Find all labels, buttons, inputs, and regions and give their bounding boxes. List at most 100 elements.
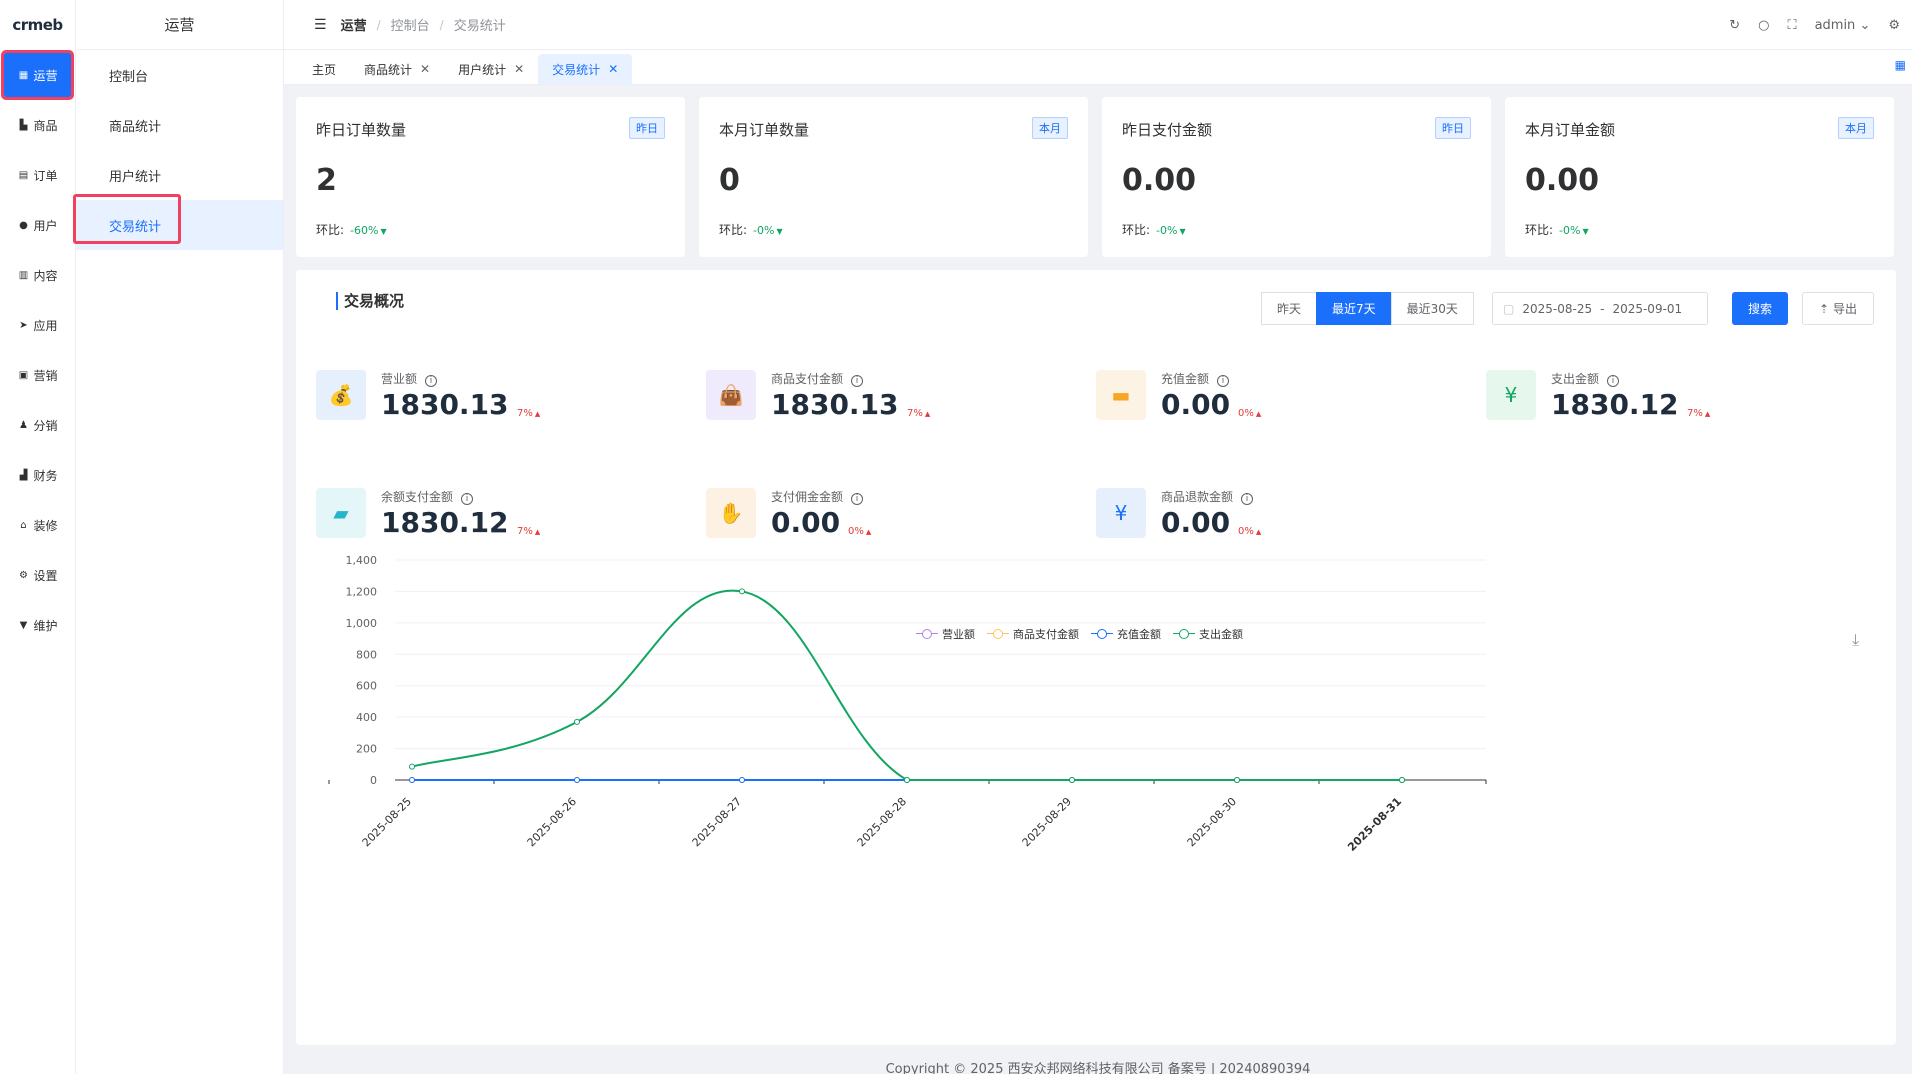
chart-legend: 营业额 商品支付金额 充值金额 支出金额 bbox=[916, 626, 1243, 642]
data-point[interactable] bbox=[574, 777, 580, 783]
rail-item-label: 商品 bbox=[33, 118, 58, 133]
user-icon: ● bbox=[19, 219, 28, 231]
refresh-icon[interactable]: ↻ bbox=[1729, 18, 1740, 33]
sub-item-1[interactable]: 商品统计 bbox=[76, 100, 283, 150]
data-point[interactable] bbox=[739, 777, 745, 783]
legend-swatch bbox=[1091, 629, 1113, 639]
stat-card: 本月订单数量 本月 0 环比: -0% ▼ bbox=[699, 97, 1088, 257]
data-point[interactable] bbox=[739, 588, 745, 595]
rail-item-7[interactable]: ♟ 分销 bbox=[0, 400, 75, 450]
close-icon[interactable]: ✕ bbox=[608, 62, 618, 76]
tab-1[interactable]: 商品统计 ✕ bbox=[350, 54, 444, 84]
tool-icon: ▼ bbox=[19, 619, 28, 631]
rail-item-label: 设置 bbox=[33, 568, 58, 583]
settings-icon[interactable]: ⚙ bbox=[1888, 18, 1900, 33]
period-badge: 昨日 bbox=[629, 117, 665, 139]
legend-item[interactable]: 充值金额 bbox=[1091, 626, 1161, 642]
download-icon[interactable]: ⤓ bbox=[1852, 630, 1859, 650]
tab-label: 主页 bbox=[312, 62, 337, 77]
rail-item-10[interactable]: ⚙ 设置 bbox=[0, 550, 75, 600]
chevron-down-icon: ⌄ bbox=[1859, 17, 1871, 33]
sub-item-2[interactable]: 用户统计 bbox=[76, 150, 283, 200]
ratio-value: -60% ▼ bbox=[350, 224, 387, 237]
user-menu[interactable]: admin ⌄ bbox=[1815, 18, 1871, 33]
card-title: 本月订单数量 bbox=[719, 121, 810, 139]
search-icon[interactable]: ○ bbox=[1758, 18, 1769, 33]
ratio-value: -0% ▼ bbox=[753, 224, 783, 237]
menu-toggle-icon[interactable]: ☰ bbox=[314, 17, 327, 33]
y-tick-label: 400 bbox=[356, 711, 377, 724]
rail-item-label: 财务 bbox=[33, 468, 58, 483]
breadcrumb-item: 交易统计 bbox=[453, 19, 506, 34]
rail-item-3[interactable]: ● 用户 bbox=[0, 200, 75, 250]
legend-swatch bbox=[987, 629, 1009, 639]
ratio-pct: -0% bbox=[1559, 224, 1581, 237]
rail-item-1[interactable]: ▙ 商品 bbox=[0, 100, 75, 150]
x-tick-label: 2025-08-30 bbox=[1185, 795, 1239, 849]
y-tick-label: 1,400 bbox=[346, 554, 378, 567]
rail-item-4[interactable]: ▥ 内容 bbox=[0, 250, 75, 300]
triangle-down-icon: ▼ bbox=[380, 227, 387, 236]
x-tick-label: 2025-08-25 bbox=[360, 795, 414, 849]
x-tick-label: 2025-08-27 bbox=[690, 795, 744, 849]
tab-2[interactable]: 用户统计 ✕ bbox=[444, 54, 538, 84]
breadcrumb-item[interactable]: 控制台 bbox=[391, 15, 430, 34]
rail-item-0[interactable]: ▦ 运营 bbox=[1, 50, 74, 100]
ratio-pct: -60% bbox=[350, 224, 379, 237]
data-point[interactable] bbox=[409, 763, 415, 770]
trade-overview-panel: 交易概况 昨天 最近7天 最近30天 ▢ 2025-08-25 - 2025-09-… bbox=[296, 270, 1896, 1045]
rail-item-label: 订单 bbox=[33, 168, 58, 183]
stat-card: 昨日支付金额 昨日 0.00 环比: -0% ▼ bbox=[1102, 97, 1491, 257]
user-share-icon: ♟ bbox=[19, 419, 28, 431]
legend-label: 充值金额 bbox=[1117, 628, 1161, 641]
data-point[interactable] bbox=[1399, 777, 1405, 783]
card-value: 2 bbox=[316, 163, 337, 198]
clipboard-icon: ▤ bbox=[18, 169, 29, 181]
data-point[interactable] bbox=[1234, 777, 1240, 783]
rail-item-label: 维护 bbox=[33, 618, 58, 633]
ratio-pct: -0% bbox=[753, 224, 775, 237]
rail-item-5[interactable]: ➤ 应用 bbox=[0, 300, 75, 350]
card-value: 0.00 bbox=[1122, 163, 1197, 198]
rail-item-6[interactable]: ▣ 营销 bbox=[0, 350, 75, 400]
tab-3[interactable]: 交易统计 ✕ bbox=[538, 54, 633, 84]
legend-item[interactable]: 商品支付金额 bbox=[987, 626, 1079, 642]
rail-item-8[interactable]: ▟ 财务 bbox=[0, 450, 75, 500]
rail-item-9[interactable]: ⌂ 装修 bbox=[0, 500, 75, 550]
legend-label: 支出金额 bbox=[1199, 628, 1243, 641]
rail-item-2[interactable]: ▤ 订单 bbox=[0, 150, 75, 200]
logo[interactable]: crmeb bbox=[0, 0, 75, 50]
y-tick-label: 800 bbox=[356, 648, 377, 661]
rail-item-11[interactable]: ▼ 维护 bbox=[0, 600, 75, 650]
finance-icon: ▟ bbox=[19, 469, 28, 481]
fullscreen-icon[interactable]: ⛶ bbox=[1787, 18, 1796, 33]
sub-item-3[interactable]: 交易统计 bbox=[73, 194, 283, 250]
card-title: 本月订单金额 bbox=[1525, 121, 1616, 139]
home-icon: ⌂ bbox=[20, 519, 27, 531]
highlight-frame bbox=[73, 194, 181, 244]
close-icon[interactable]: ✕ bbox=[420, 62, 430, 76]
card-ratio: 环比: -0% ▼ bbox=[719, 221, 783, 238]
ratio-label: 环比: bbox=[719, 223, 748, 237]
rail-item-label: 分销 bbox=[33, 418, 58, 433]
x-tick-label: 2025-08-28 bbox=[855, 795, 909, 849]
rail-item-label: 内容 bbox=[33, 268, 58, 283]
tab-label: 交易统计 bbox=[552, 62, 601, 77]
breadcrumb-item[interactable]: 运营 bbox=[341, 15, 367, 34]
legend-swatch bbox=[916, 629, 938, 639]
x-tick-label: 2025-08-26 bbox=[525, 795, 579, 849]
x-tick-label: 2025-08-31 bbox=[1345, 795, 1404, 854]
tab-label: 商品统计 bbox=[364, 62, 413, 77]
data-point[interactable] bbox=[1069, 777, 1075, 783]
data-point[interactable] bbox=[904, 777, 910, 783]
tabs-menu-icon[interactable]: ▦ bbox=[1895, 58, 1906, 72]
data-point[interactable] bbox=[409, 777, 415, 783]
tab-0[interactable]: 主页 bbox=[298, 54, 350, 84]
data-point[interactable] bbox=[574, 718, 580, 725]
legend-item[interactable]: 营业额 bbox=[916, 626, 975, 642]
sub-item-0[interactable]: 控制台 bbox=[76, 50, 283, 100]
y-tick-label: 1,200 bbox=[346, 585, 378, 598]
legend-item[interactable]: 支出金额 bbox=[1173, 626, 1243, 642]
close-icon[interactable]: ✕ bbox=[514, 62, 524, 76]
sub-sidebar-title: 运营 bbox=[76, 0, 283, 50]
